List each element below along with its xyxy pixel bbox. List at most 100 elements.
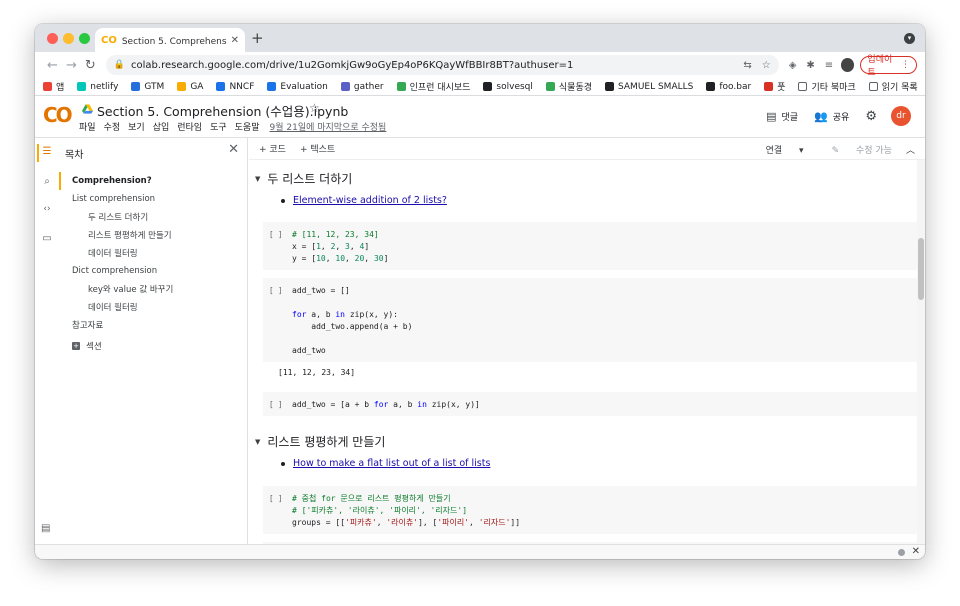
user-avatar[interactable]: dr — [891, 106, 911, 126]
toc-item[interactable]: 데이터 필터링 — [59, 244, 248, 262]
close-status-icon[interactable]: ✕ — [912, 546, 920, 557]
close-icon[interactable]: ✕ — [228, 142, 239, 157]
notebook-cells[interactable]: ▼ 두 리스트 더하기 Element-wise addition of 2 l… — [249, 160, 917, 544]
share-button[interactable]: 👥 공유 — [814, 110, 849, 123]
toc-item[interactable]: key와 value 값 바꾸기 — [59, 280, 248, 298]
close-window-button[interactable] — [47, 33, 58, 44]
edit-mode-button[interactable]: ✎ 수정 가능 — [818, 143, 892, 156]
bullet-dot — [281, 198, 285, 203]
section-heading-add-lists[interactable]: ▼ 두 리스트 더하기 — [255, 170, 352, 187]
last-edit-link[interactable]: 9월 21일에 마지막으로 수정됨 — [270, 120, 387, 133]
bookmark-item[interactable]: foo.bar — [706, 80, 751, 93]
code-cell-4[interactable]: [ ] # 중첩 for 문으로 리스트 평평하게 만들기 # ['피카츄', … — [263, 486, 917, 534]
collapse-caret-icon[interactable]: ▼ — [255, 175, 260, 183]
run-cell-button[interactable]: [ ] — [269, 286, 283, 295]
add-text-button[interactable]: + 텍스트 — [300, 142, 335, 155]
menu-insert[interactable]: 삽입 — [153, 120, 170, 133]
header-actions: ▤ 댓글 👥 공유 ⚙ dr — [750, 106, 911, 126]
bookmark-item[interactable]: solvesql — [483, 80, 533, 93]
settings-button[interactable]: ⚙ — [865, 109, 877, 124]
bookmark-star-icon[interactable]: ☆ — [762, 60, 771, 71]
bookmark-item[interactable]: 식물동경 — [545, 80, 592, 93]
forward-button[interactable]: → — [62, 58, 81, 73]
toc-item[interactable]: 데이터 필터링 — [59, 298, 248, 316]
code-text[interactable]: # [11, 12, 23, 34] x = [1, 2, 3, 4] y = … — [292, 229, 388, 265]
link-flat-list[interactable]: How to make a flat list out of a list of… — [293, 458, 490, 469]
bookmark-item[interactable]: 풋 — [764, 80, 785, 93]
bookmark-label: solvesql — [496, 81, 533, 92]
terminal-icon[interactable]: ▤ — [41, 523, 50, 534]
gear-icon: ⚙ — [865, 108, 877, 124]
extension-drop-icon[interactable]: ◈ — [789, 60, 797, 71]
translate-icon[interactable]: ⇆ — [743, 60, 751, 71]
files-folder-icon[interactable]: ▭ — [41, 233, 53, 244]
toc-item[interactable]: 참고자료 — [59, 316, 248, 334]
toc-item[interactable]: List comprehension — [59, 190, 248, 208]
menu-tools[interactable]: 도구 — [210, 120, 227, 133]
other-bookmarks[interactable]: 기타 북마크 — [798, 80, 856, 93]
bookmark-label: gather — [353, 81, 384, 92]
code-cell-3[interactable]: [ ] add_two = [a + b for a, b in zip(x, … — [263, 392, 917, 416]
bookmark-item[interactable]: SAMUEL SMALLS — [605, 80, 693, 93]
table-of-contents-icon[interactable]: ☰ — [41, 146, 53, 157]
collapse-caret-icon[interactable]: ▼ — [255, 438, 260, 446]
share-people-icon: 👥 — [814, 109, 828, 123]
toc-item[interactable]: 리스트 평평하게 만들기 — [59, 226, 248, 244]
reading-list-icon[interactable]: ≡ — [825, 60, 833, 71]
menu-edit[interactable]: 수정 — [104, 120, 121, 133]
run-cell-button[interactable]: [ ] — [269, 494, 283, 503]
code-cell-2[interactable]: [ ] add_two = [] for a, b in zip(x, y): … — [263, 278, 917, 362]
bookmark-item[interactable]: netlify — [77, 80, 118, 93]
menu-help[interactable]: 도움말 — [235, 120, 260, 133]
bookmark-item[interactable]: NNCF — [216, 80, 254, 93]
section-heading-flatten[interactable]: ▼ 리스트 평평하게 만들기 — [255, 433, 385, 450]
bookmark-item[interactable]: 인프런 대시보드 — [396, 80, 470, 93]
reload-button[interactable]: ↻ — [81, 58, 100, 73]
link-item: How to make a flat list out of a list of… — [281, 458, 490, 469]
comment-button[interactable]: ▤ 댓글 — [766, 110, 798, 123]
star-notebook-icon[interactable]: ☆ — [309, 101, 320, 115]
update-button[interactable]: 업데이트 ⋮ — [860, 55, 918, 78]
run-cell-button[interactable]: [ ] — [269, 400, 283, 409]
add-code-button[interactable]: + 코드 — [259, 142, 286, 155]
browser-tab[interactable]: CO Section 5. Comprehension (수업… ✕ — [95, 28, 245, 52]
bookmark-item[interactable]: 앱 — [43, 80, 64, 93]
colab-logo[interactable]: CO — [43, 103, 73, 127]
scrollbar-thumb[interactable] — [918, 238, 924, 300]
new-tab-button[interactable]: + — [251, 29, 264, 47]
code-text[interactable]: add_two = [] for a, b in zip(x, y): add_… — [292, 285, 412, 357]
toc-item[interactable]: Dict comprehension — [59, 262, 248, 280]
reading-list[interactable]: 읽기 목록 — [868, 80, 918, 93]
add-section-button[interactable]: + 섹션 — [59, 340, 248, 352]
code-cell-1[interactable]: [ ] # [11, 12, 23, 34] x = [1, 2, 3, 4] … — [263, 222, 917, 270]
bookmark-item[interactable]: Evaluation — [267, 80, 328, 93]
code-text[interactable]: add_two = [a + b for a, b in zip(x, y)] — [292, 399, 480, 411]
connect-button[interactable]: 연결 ▾ — [752, 143, 804, 156]
extensions-puzzle-icon[interactable]: ✱ — [806, 60, 814, 71]
menu-runtime[interactable]: 런타임 — [177, 120, 202, 133]
run-cell-button[interactable]: [ ] — [269, 230, 283, 239]
notebook-scrollbar[interactable] — [917, 160, 925, 544]
url-text[interactable]: colab.research.google.com/drive/1u2Gomkj… — [131, 60, 733, 71]
search-icon[interactable]: ⌕ — [41, 176, 53, 187]
tab-search-icon[interactable]: ▾ — [904, 33, 915, 44]
menu-view[interactable]: 보기 — [128, 120, 145, 133]
back-button[interactable]: ← — [43, 58, 62, 73]
profile-avatar[interactable] — [841, 58, 855, 72]
bookmarks-bar: 앱 netlify GTM GA NNCF Evaluation gather 인프런 대시보… — [35, 78, 925, 96]
tab-close-icon[interactable]: ✕ — [231, 35, 239, 46]
address-bar[interactable]: 🔒 colab.research.google.com/drive/1u2Gom… — [105, 55, 779, 75]
bookmark-item[interactable]: gather — [340, 80, 384, 93]
collapse-header-icon[interactable]: ︿ — [906, 143, 915, 156]
toc-item[interactable]: 두 리스트 더하기 — [59, 208, 248, 226]
bookmark-item[interactable]: GA — [177, 80, 203, 93]
link-element-wise-addition[interactable]: Element-wise addition of 2 lists? — [293, 195, 447, 206]
code-snippets-icon[interactable]: ‹› — [41, 204, 53, 214]
menu-file[interactable]: 파일 — [79, 120, 96, 133]
bookmark-icon — [131, 82, 141, 91]
toc-item[interactable]: Comprehension? — [59, 172, 248, 190]
minimize-window-button[interactable] — [63, 33, 74, 44]
code-text[interactable]: # 중첩 for 문으로 리스트 평평하게 만들기 # ['피카츄', '라이츄… — [292, 493, 520, 529]
zoom-window-button[interactable] — [79, 33, 90, 44]
bookmark-item[interactable]: GTM — [131, 80, 164, 93]
